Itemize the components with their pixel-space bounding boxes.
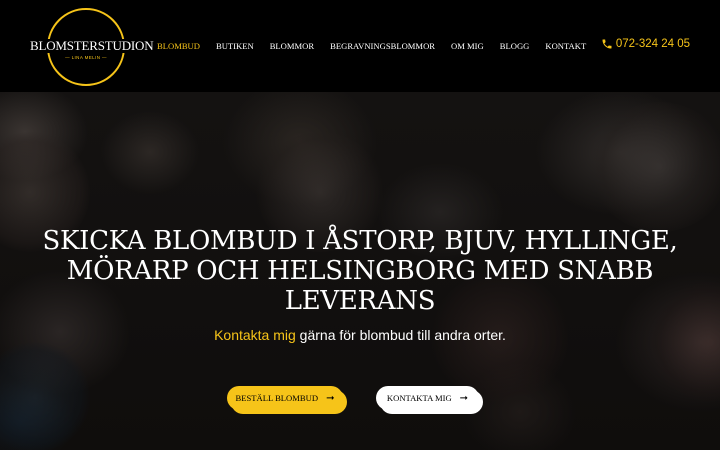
contact-me-button[interactable]: KONTAKTA MIG ➞ — [376, 386, 479, 410]
background-flower-image — [0, 342, 90, 450]
main-nav: BLOMBUD BUTIKEN BLOMMOR BEGRAVNINGSBLOMM… — [157, 41, 602, 51]
arrow-right-icon: ➞ — [459, 392, 469, 404]
nav-item-begravningsblommor[interactable]: BEGRAVNINGSBLOMMOR — [330, 41, 435, 51]
phone-link[interactable]: 072-324 24 05 — [601, 38, 690, 50]
order-delivery-button[interactable]: BESTÄLL BLOMBUD ➞ — [227, 386, 343, 410]
arrow-right-icon: ➞ — [326, 392, 335, 404]
phone-number[interactable]: 072-324 24 05 — [616, 38, 690, 50]
logo-tagline: — LINA MELIN — — [65, 55, 107, 60]
nav-item-blombud[interactable]: BLOMBUD — [157, 41, 200, 51]
hero-title: SKICKA BLOMBUD I ÅSTORP, BJUV, HYLLINGE,… — [42, 226, 678, 316]
background-flower-image — [590, 102, 720, 232]
order-button-label: BESTÄLL BLOMBUD — [235, 393, 319, 403]
contact-button-label: KONTAKTA MIG — [386, 393, 452, 403]
hero-section: SKICKA BLOMBUD I ÅSTORP, BJUV, HYLLINGE,… — [0, 92, 720, 450]
contact-link[interactable]: Kontakta mig — [214, 327, 296, 343]
hero-subtitle: Kontakta mig gärna för blombud till andr… — [60, 327, 660, 343]
site-header: BLOMSTERSTUDION — LINA MELIN — BLOMBUD B… — [0, 0, 720, 92]
nav-item-butiken[interactable]: BUTIKEN — [216, 41, 254, 51]
nav-item-blommor[interactable]: BLOMMOR — [270, 41, 314, 51]
nav-item-om-mig[interactable]: OM MIG — [451, 41, 484, 51]
phone-icon — [602, 39, 612, 49]
nav-item-kontakt[interactable]: KONTAKT — [545, 41, 586, 51]
logo-name[interactable]: BLOMSTERSTUDION — [30, 39, 154, 53]
hero-subtitle-text: gärna för blombud till andra orter. — [295, 327, 506, 343]
nav-item-blogg[interactable]: BLOGG — [500, 41, 530, 51]
